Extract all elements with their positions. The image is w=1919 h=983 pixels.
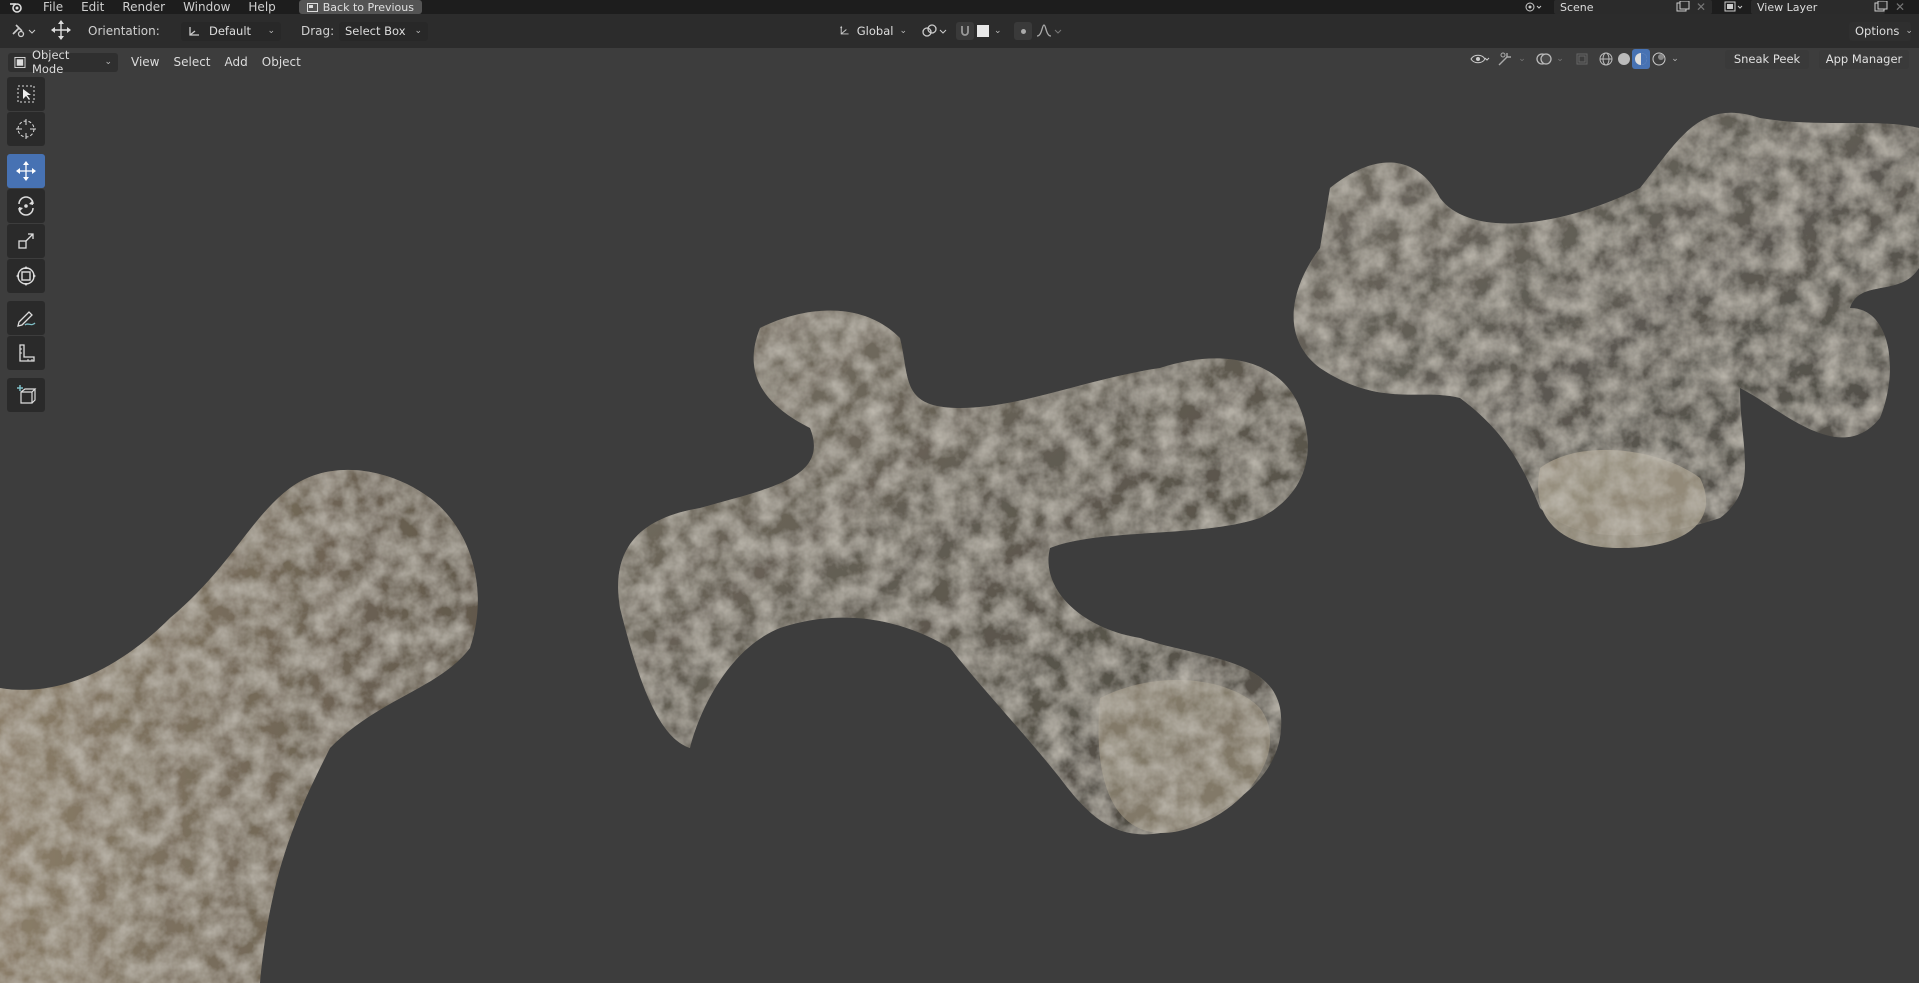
- orientation-icon: [189, 27, 199, 36]
- delete-scene-icon[interactable]: ✕: [1696, 0, 1706, 14]
- blender-logo-icon[interactable]: [8, 0, 24, 14]
- select-box-icon: [17, 85, 35, 103]
- pivot-point-dropdown[interactable]: [921, 21, 949, 41]
- drag-label: Drag:: [301, 24, 335, 38]
- menu-window[interactable]: Window: [174, 0, 239, 14]
- viewport-overlay-controls: ⌄ ⌄ ⌄: [1470, 48, 1682, 70]
- chevron-down-icon: ⌄: [1905, 26, 1913, 36]
- chevron-down-icon: ⌄: [267, 26, 275, 36]
- material-preview-shading-icon[interactable]: [1632, 49, 1650, 69]
- viewport-menu-object[interactable]: Object: [255, 55, 308, 69]
- app-manager-label: App Manager: [1819, 49, 1909, 69]
- pivot-point-icon: [922, 24, 947, 37]
- options-dropdown[interactable]: Options ⌄: [1849, 21, 1913, 41]
- app-manager-button[interactable]: App Manager: [1819, 48, 1909, 70]
- top-bar: File Edit Render Window Help Back to Pre…: [0, 0, 1919, 14]
- move-tool-indicator-icon: [50, 20, 72, 40]
- cursor-icon: [16, 119, 36, 139]
- chevron-down-icon: ⌄: [104, 57, 112, 67]
- snap-target-dropdown[interactable]: ⌄: [977, 21, 1002, 41]
- object-mode-label: Object Mode: [31, 48, 70, 76]
- back-to-previous-button[interactable]: Back to Previous: [298, 0, 422, 14]
- proportional-editing-icon[interactable]: [1014, 21, 1032, 41]
- back-icon: [306, 2, 318, 12]
- transform-orientation-value: Global: [856, 24, 894, 38]
- scene-selector-icon[interactable]: [1524, 0, 1542, 14]
- menu-file[interactable]: File: [34, 0, 72, 14]
- gizmo-toggle-icon[interactable]: [1496, 49, 1516, 69]
- transform-icon: [16, 266, 36, 286]
- chevron-down-icon: ⌄: [414, 26, 422, 36]
- transform-orientation-icon: [840, 25, 849, 35]
- add-cube-tool[interactable]: [7, 378, 45, 412]
- select-box-tool[interactable]: [7, 77, 45, 111]
- left-toolbar: [7, 77, 47, 413]
- solid-shading-icon[interactable]: [1616, 49, 1632, 69]
- annotate-icon: [17, 311, 36, 327]
- scale-tool[interactable]: [7, 224, 45, 258]
- editor-type-button[interactable]: [10, 21, 38, 41]
- rotate-icon: [18, 196, 34, 216]
- chevron-down-icon: ⌄: [994, 26, 1002, 36]
- orientation-label: Orientation:: [88, 24, 160, 38]
- sneak-peek-button[interactable]: Sneak Peek: [1725, 48, 1809, 70]
- options-label: Options: [1855, 24, 1900, 38]
- orientation-value: Default: [209, 24, 252, 38]
- rendered-shading-icon[interactable]: [1650, 49, 1668, 69]
- view-layer-field[interactable]: View Layer: [1751, 0, 1885, 14]
- add-cube-icon: [17, 385, 37, 404]
- orientation-dropdown[interactable]: Default ⌄: [181, 21, 281, 41]
- top-menu: File Edit Render Window Help: [34, 0, 285, 14]
- viewport-menu-view[interactable]: View: [124, 55, 166, 69]
- menu-help[interactable]: Help: [239, 0, 284, 14]
- editor-type-icon: [12, 24, 36, 38]
- sneak-peek-label: Sneak Peek: [1725, 49, 1809, 69]
- menu-render[interactable]: Render: [113, 0, 174, 14]
- measure-tool[interactable]: [7, 336, 45, 370]
- wireframe-shading-icon[interactable]: [1596, 49, 1616, 69]
- scale-icon: [18, 233, 34, 249]
- move-icon: [16, 161, 36, 181]
- delete-view-layer-icon[interactable]: ✕: [1895, 0, 1905, 14]
- xray-toggle-icon[interactable]: [1572, 49, 1592, 69]
- visibility-icon[interactable]: [1470, 49, 1490, 69]
- 3d-viewport[interactable]: [0, 48, 1919, 983]
- viewport-menu-add[interactable]: Add: [218, 55, 255, 69]
- drag-dropdown[interactable]: Select Box ⌄: [339, 21, 428, 41]
- chevron-down-icon[interactable]: ⌄: [1668, 49, 1682, 69]
- drag-value: Select Box: [345, 24, 406, 38]
- move-tool[interactable]: [7, 154, 45, 188]
- back-to-previous-label: Back to Previous: [322, 0, 414, 14]
- scene-name: Scene: [1560, 0, 1594, 14]
- measure-icon: [19, 344, 35, 362]
- viewport-menu-select[interactable]: Select: [166, 55, 217, 69]
- snap-toggle-icon[interactable]: [956, 21, 974, 41]
- annotate-tool[interactable]: [7, 301, 45, 335]
- overlays-icon[interactable]: [1534, 49, 1554, 69]
- chevron-down-icon[interactable]: ⌄: [1516, 49, 1528, 69]
- transform-orientation-dropdown[interactable]: Global ⌄: [833, 21, 913, 41]
- menu-edit[interactable]: Edit: [72, 0, 113, 14]
- chevron-down-icon: ⌄: [899, 26, 907, 36]
- object-mode-icon: [14, 56, 26, 68]
- cursor-tool[interactable]: [7, 112, 45, 146]
- view-layer-name: View Layer: [1757, 0, 1818, 14]
- object-mode-dropdown[interactable]: Object Mode ⌄: [8, 48, 118, 76]
- chevron-down-icon[interactable]: ⌄: [1554, 49, 1566, 69]
- transform-tool[interactable]: [7, 259, 45, 293]
- proportional-falloff-icon[interactable]: [1036, 21, 1064, 41]
- tool-settings-header: Orientation: Default ⌄ Drag: Select Box …: [0, 14, 1919, 48]
- rotate-tool[interactable]: [7, 189, 45, 223]
